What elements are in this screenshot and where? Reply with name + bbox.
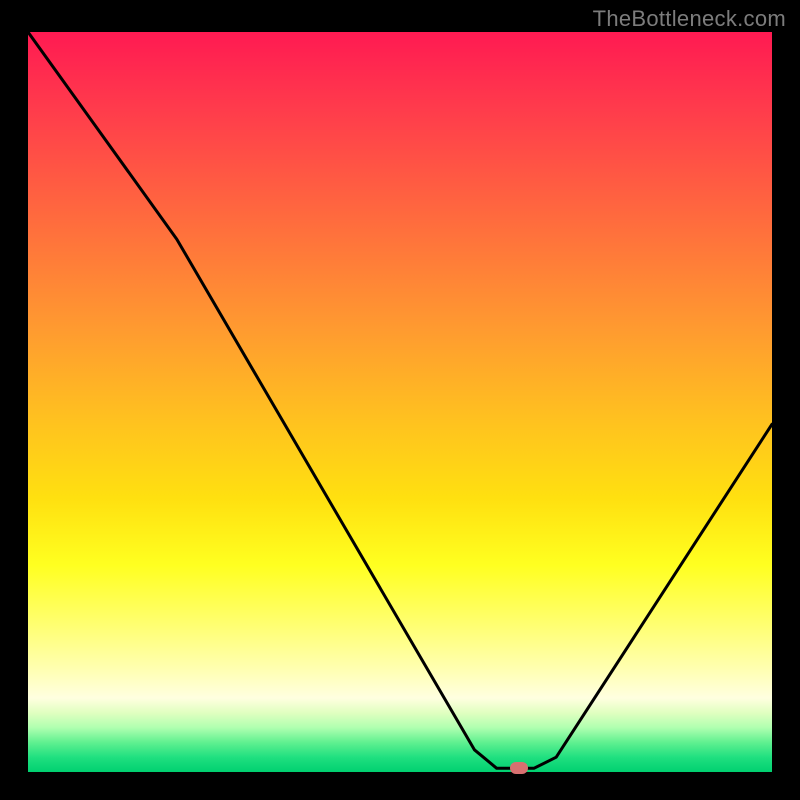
canvas-black-bg: TheBottleneck.com xyxy=(0,0,800,800)
curve-svg xyxy=(28,32,772,772)
watermark-text: TheBottleneck.com xyxy=(593,6,786,32)
bottleneck-curve-path xyxy=(28,32,772,768)
bottleneck-marker xyxy=(510,762,528,774)
